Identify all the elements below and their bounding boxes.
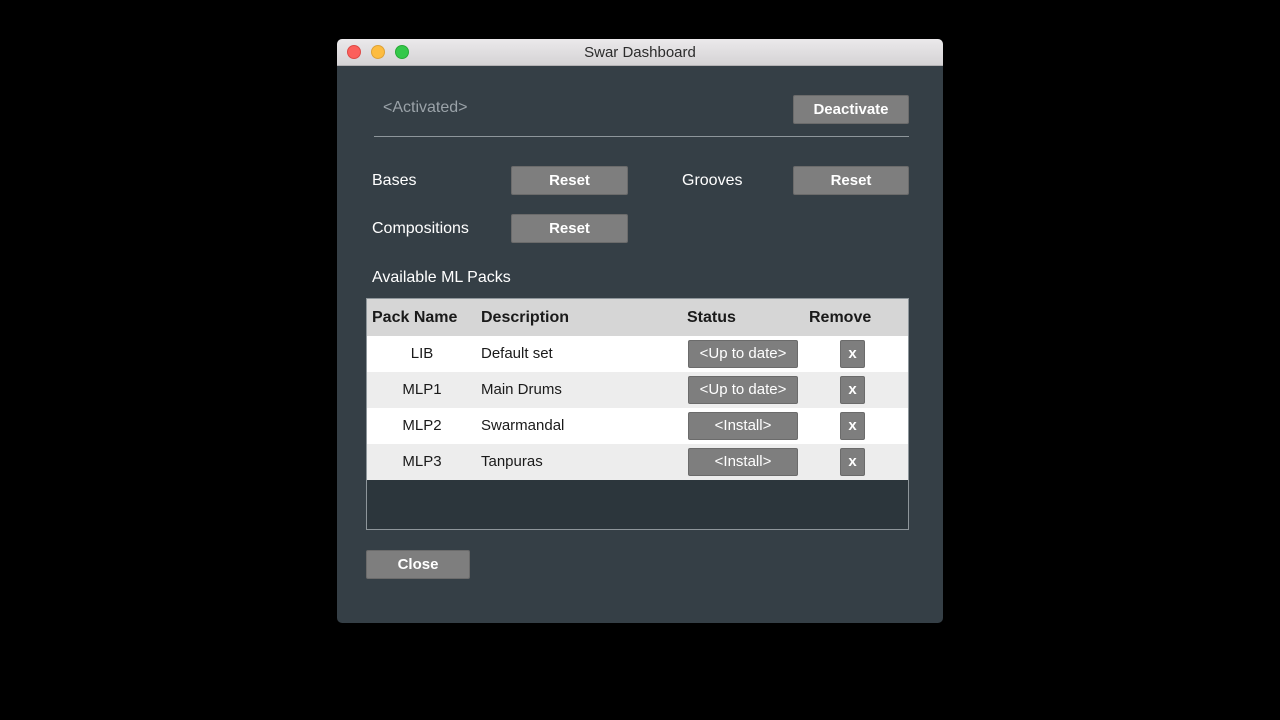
pack-name-cell: MLP3 bbox=[402, 453, 442, 470]
pack-name-cell: MLP1 bbox=[402, 381, 442, 398]
pack-description-cell: Default set bbox=[481, 345, 553, 362]
column-header-remove[interactable]: Remove bbox=[809, 299, 871, 336]
column-header-description[interactable]: Description bbox=[481, 299, 569, 336]
reset-grooves-button[interactable]: Reset bbox=[793, 166, 909, 195]
remove-pack-button[interactable]: x bbox=[840, 340, 865, 368]
title-bar[interactable]: Swar Dashboard bbox=[337, 39, 943, 66]
pack-name-cell: LIB bbox=[410, 345, 434, 362]
activation-status: <Activated> bbox=[383, 99, 468, 116]
packs-heading: Available ML Packs bbox=[372, 269, 511, 286]
pack-status-button[interactable]: <Install> bbox=[688, 448, 798, 476]
divider bbox=[374, 136, 909, 137]
bases-label: Bases bbox=[372, 172, 417, 189]
reset-bases-button[interactable]: Reset bbox=[511, 166, 628, 195]
dashboard-window: Swar Dashboard <Activated> Deactivate Ba… bbox=[337, 39, 943, 623]
window-title: Swar Dashboard bbox=[584, 44, 696, 61]
column-header-pack-name[interactable]: Pack Name bbox=[372, 299, 457, 336]
remove-pack-button[interactable]: x bbox=[840, 412, 865, 440]
grooves-label: Grooves bbox=[682, 172, 743, 189]
remove-pack-button[interactable]: x bbox=[840, 376, 865, 404]
close-button[interactable]: Close bbox=[366, 550, 470, 579]
table-header: Pack Name Description Status Remove bbox=[367, 299, 908, 336]
pack-name-cell: MLP2 bbox=[402, 417, 442, 434]
pack-description-cell: Swarmandal bbox=[481, 417, 565, 434]
remove-pack-button[interactable]: x bbox=[840, 448, 865, 476]
reset-compositions-button[interactable]: Reset bbox=[511, 214, 628, 243]
pack-description-cell: Main Drums bbox=[481, 381, 562, 398]
table-row[interactable]: MLP1 Main Drums <Up to date> x bbox=[367, 372, 908, 408]
column-header-status[interactable]: Status bbox=[687, 299, 736, 336]
compositions-label: Compositions bbox=[372, 220, 469, 237]
table-row[interactable]: MLP2 Swarmandal <Install> x bbox=[367, 408, 908, 444]
pack-status-button[interactable]: <Up to date> bbox=[688, 376, 798, 404]
pack-description-cell: Tanpuras bbox=[481, 453, 543, 470]
deactivate-button[interactable]: Deactivate bbox=[793, 95, 909, 124]
table-row[interactable]: MLP3 Tanpuras <Install> x bbox=[367, 444, 908, 480]
pack-status-button[interactable]: <Up to date> bbox=[688, 340, 798, 368]
pack-status-button[interactable]: <Install> bbox=[688, 412, 798, 440]
table-row[interactable]: LIB Default set <Up to date> x bbox=[367, 336, 908, 372]
packs-table: Pack Name Description Status Remove LIB … bbox=[366, 298, 909, 530]
